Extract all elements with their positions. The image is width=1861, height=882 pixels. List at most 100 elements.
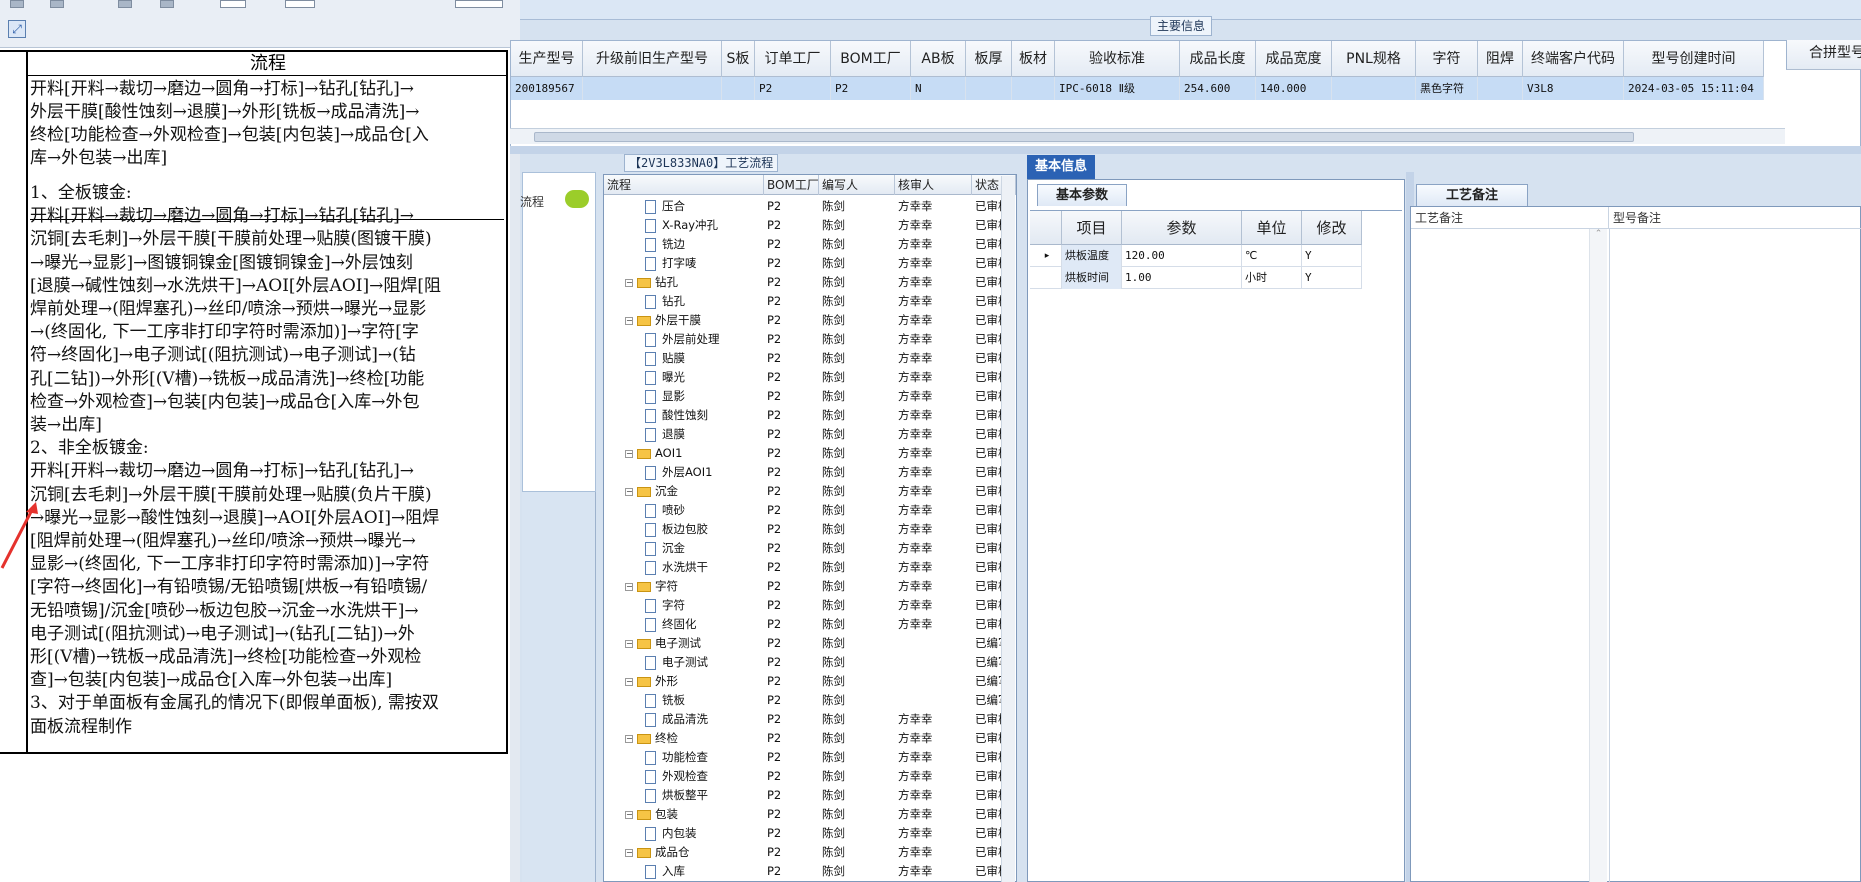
tree-node[interactable]: 沉金 [604,539,764,558]
tree-row[interactable]: 字符 P2 陈剑 方幸幸 已审核 [604,596,1016,615]
tree-node[interactable]: − 成品仓 [604,843,764,862]
tree-row[interactable]: 沉金 P2 陈剑 方幸幸 已审核 [604,539,1016,558]
tree-node[interactable]: − 字符 [604,577,764,596]
grid-column-header[interactable]: PNL规格 [1332,41,1416,77]
grid-column-header[interactable]: BOM工厂 [831,41,911,77]
tree-row[interactable]: − 电子测试 P2 陈剑 已编写 [604,634,1016,653]
tree-node[interactable]: 显影 [604,387,764,406]
tree-node[interactable]: 入库 [604,862,764,881]
toolbar-icon[interactable] [160,0,174,8]
table-row[interactable]: 200189567 P2 P2 N IPC-6018 Ⅱ级 254.600 14… [511,77,1764,100]
tree-node[interactable]: − 外形 [604,672,764,691]
tree-scrollbar[interactable] [1001,176,1015,882]
param-value[interactable]: 1.00 [1122,267,1242,289]
tree-row[interactable]: 水洗烘干 P2 陈剑 方幸幸 已审核 [604,558,1016,577]
grid-column-header[interactable]: 成品宽度 [1256,41,1332,77]
tree-column-header[interactable]: 核审人 [895,175,972,195]
tree-node[interactable]: − 沉金 [604,482,764,501]
tree-node[interactable]: 内包装 [604,824,764,843]
tree-node[interactable]: 压合 [604,197,764,216]
tree-row[interactable]: − 沉金 P2 陈剑 方幸幸 已审核 [604,482,1016,501]
collapse-icon[interactable]: − [625,278,633,287]
tree-column-header[interactable]: BOM工厂 [764,175,819,195]
toolbar-icon[interactable] [10,0,24,8]
toolbar-icon[interactable] [50,0,64,8]
grid-column-header[interactable]: 验收标准 [1055,41,1180,77]
tree-node[interactable]: 退膜 [604,425,764,444]
collapse-icon[interactable]: − [625,677,633,686]
tab-process-remarks[interactable]: 工艺备注 [1416,184,1528,206]
tree-row[interactable]: 入库 P2 陈剑 方幸幸 已审核 [604,862,1016,881]
tree-row[interactable]: 内包装 P2 陈剑 方幸幸 已审核 [604,824,1016,843]
tree-node[interactable]: 钻孔 [604,292,764,311]
tree-node[interactable]: 成品清洗 [604,710,764,729]
tree-row[interactable]: − 终检 P2 陈剑 方幸幸 已审核 [604,729,1016,748]
tree-node[interactable]: − 钻孔 [604,273,764,292]
tree-row[interactable]: 喷砂 P2 陈剑 方幸幸 已审核 [604,501,1016,520]
tree-node[interactable]: 水洗烘干 [604,558,764,577]
tree-row[interactable]: 铣板 P2 陈剑 已编写 [604,691,1016,710]
tree-row[interactable]: − 外形 P2 陈剑 已编写 [604,672,1016,691]
tree-row[interactable]: 显影 P2 陈剑 方幸幸 已审核 [604,387,1016,406]
search-input[interactable] [455,0,503,8]
side-flow-label[interactable]: 流程 [520,193,560,210]
tree-node[interactable]: − 终检 [604,729,764,748]
tree-node[interactable]: − 包装 [604,805,764,824]
tree-row[interactable]: 终固化 P2 陈剑 方幸幸 已审核 [604,615,1016,634]
tree-row[interactable]: 酸性蚀刻 P2 陈剑 方幸幸 已审核 [604,406,1016,425]
tree-node[interactable]: 功能检查 [604,748,764,767]
tree-row[interactable]: − 钻孔 P2 陈剑 方幸幸 已审核 [604,273,1016,292]
tree-column-header[interactable]: 编写人 [819,175,895,195]
grid-column-header[interactable]: 板材 [1012,41,1055,77]
tree-row[interactable]: 贴膜 P2 陈剑 方幸幸 已审核 [604,349,1016,368]
remark-scrollbar[interactable]: ⌃ [1589,229,1607,882]
tab-basic-params[interactable]: 基本参数 [1037,184,1127,206]
tree-node[interactable]: − 外层干膜 [604,311,764,330]
tree-row[interactable]: − AOI1 P2 陈剑 方幸幸 已审核 [604,444,1016,463]
tree-node[interactable]: 外观检查 [604,767,764,786]
horizontal-splitter[interactable] [510,146,1861,154]
table-row[interactable]: ▸ 烘板温度 120.00 ℃ Y [1030,245,1362,267]
collapse-icon[interactable]: − [625,810,633,819]
tree-node[interactable]: 曝光 [604,368,764,387]
collapse-icon[interactable]: − [625,449,633,458]
tree-row[interactable]: 外层前处理 P2 陈剑 方幸幸 已审核 [604,330,1016,349]
grid-horizontal-scrollbar[interactable] [510,128,1785,144]
grid-column-header[interactable]: S板 [722,41,755,77]
page-input[interactable] [220,0,246,8]
grid-column-header[interactable]: AB板 [911,41,966,77]
tree-node[interactable]: 字符 [604,596,764,615]
tree-row[interactable]: X-Ray冲孔 P2 陈剑 方幸幸 已审核 [604,216,1016,235]
document-scrollbar[interactable] [510,48,520,882]
grid-column-header[interactable]: 终端客户代码 [1523,41,1624,77]
grid-column-header[interactable]: 板厚 [966,41,1012,77]
grid-column-header[interactable]: 订单工厂 [755,41,831,77]
grid-column-header[interactable]: 生产型号 [511,41,583,77]
tree-row[interactable]: 外观检查 P2 陈剑 方幸幸 已审核 [604,767,1016,786]
tree-row[interactable]: − 外层干膜 P2 陈剑 方幸幸 已审核 [604,311,1016,330]
scroll-thumb[interactable] [534,132,1634,142]
table-row[interactable]: 烘板时间 1.00 小时 Y [1030,267,1362,289]
collapse-icon[interactable]: − [625,639,633,648]
combine-model-header[interactable]: 合拼型号 [1786,40,1861,70]
tree-row[interactable]: 外层AOI1 P2 陈剑 方幸幸 已审核 [604,463,1016,482]
tree-node[interactable]: 打字唛 [604,254,764,273]
tree-node[interactable]: − 电子测试 [604,634,764,653]
grid-column-header[interactable]: 阻焊 [1478,41,1523,77]
collapse-icon[interactable]: − [625,582,633,591]
zoom-input[interactable] [285,0,315,8]
tree-node[interactable]: 终固化 [604,615,764,634]
tree-row[interactable]: 压合 P2 陈剑 方幸幸 已审核 [604,197,1016,216]
grid-column-header[interactable]: 成品长度 [1180,41,1256,77]
param-value[interactable]: 120.00 [1122,245,1242,267]
tree-node[interactable]: 铣边 [604,235,764,254]
collapse-icon[interactable]: − [625,487,633,496]
tree-row[interactable]: 曝光 P2 陈剑 方幸幸 已审核 [604,368,1016,387]
tree-row[interactable]: 打字唛 P2 陈剑 方幸幸 已审核 [604,254,1016,273]
tree-node[interactable]: 板边包胶 [604,520,764,539]
tab-basic-info[interactable]: 基本信息 [1027,155,1095,179]
tree-row[interactable]: 钻孔 P2 陈剑 方幸幸 已审核 [604,292,1016,311]
tree-node[interactable]: 酸性蚀刻 [604,406,764,425]
tree-node[interactable]: X-Ray冲孔 [604,216,764,235]
tree-row[interactable]: − 包装 P2 陈剑 方幸幸 已审核 [604,805,1016,824]
